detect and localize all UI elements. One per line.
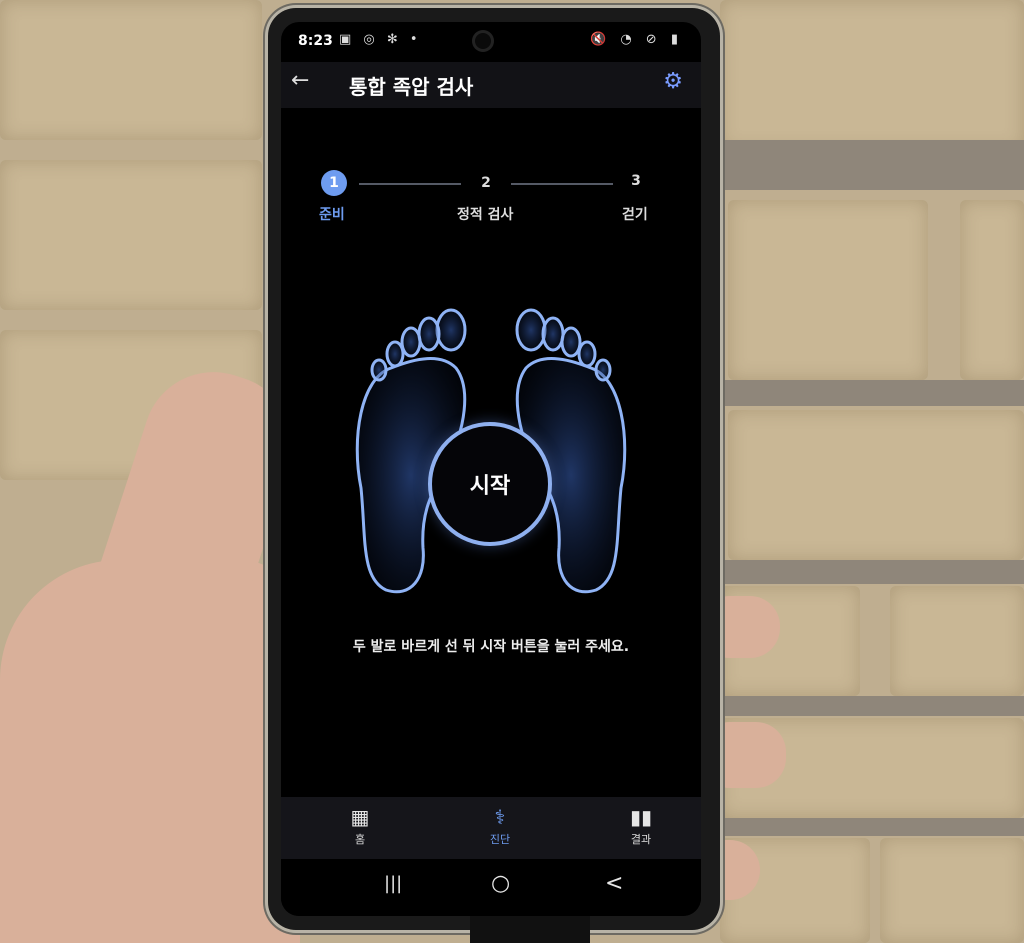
nav-label-results: 결과	[630, 833, 652, 846]
progress-stepper: 1 2 3 준비 정적 검사 걷기	[281, 162, 701, 232]
page-title: 통합 족압 검사	[349, 75, 474, 99]
phone-screen: 8:23 ▣ ◎ ✻ • 🔇 ◔ ⊘ ▮ ← 통합 족압 검사 ⚙ 1 2 3 …	[281, 22, 701, 916]
arrow-left-icon[interactable]: ←	[291, 68, 309, 93]
bar-chart-icon: ▮▮	[629, 805, 652, 829]
system-status-icons: 🔇 ◔ ⊘ ▮	[590, 32, 683, 47]
brick	[880, 838, 1024, 943]
step-2-label: 정적 검사	[457, 207, 514, 223]
stethoscope-icon: ⚕	[494, 805, 506, 829]
brick	[0, 160, 262, 310]
status-time: 8:23	[298, 33, 333, 49]
start-button[interactable]: 시작	[428, 422, 552, 546]
nav-item-diagnosis[interactable]: ⚕ 진단	[465, 805, 535, 847]
brick	[720, 0, 1024, 150]
step-3-number: 3	[631, 173, 641, 189]
app-bar: ← 통합 족압 검사 ⚙	[281, 62, 701, 108]
nav-label-diagnosis: 진단	[489, 833, 511, 846]
instruction-text: 두 발로 바르게 선 뒤 시작 버튼을 눌러 주세요.	[352, 639, 630, 655]
notification-icons: ▣ ◎ ✻ •	[339, 32, 422, 47]
step-connector	[511, 183, 613, 185]
brick	[0, 0, 262, 140]
mortar-line	[700, 696, 1024, 716]
step-connector	[359, 183, 461, 185]
step-3-label: 걷기	[622, 207, 648, 223]
brick	[728, 410, 1024, 560]
recents-button[interactable]: |||	[384, 873, 402, 894]
system-navigation-bar: ||| ○ <	[281, 859, 701, 916]
mortar-line	[700, 380, 1024, 406]
mortar-line	[700, 818, 1024, 836]
brick	[960, 200, 1024, 380]
gear-icon[interactable]: ⚙	[663, 69, 683, 94]
grid-icon: ▦	[350, 805, 370, 829]
front-camera	[472, 30, 494, 52]
step-2-number: 2	[481, 175, 491, 191]
mortar-line	[700, 140, 1024, 190]
step-1-label: 준비	[319, 207, 345, 223]
status-bar: 8:23 ▣ ◎ ✻ • 🔇 ◔ ⊘ ▮	[281, 22, 701, 62]
mortar-line	[700, 560, 1024, 584]
usb-cable	[470, 916, 590, 943]
brick	[890, 586, 1024, 696]
brick	[728, 200, 928, 380]
home-button[interactable]: ○	[491, 871, 510, 896]
bottom-navigation: ▦ 홈 ⚕ 진단 ▮▮ 결과	[281, 797, 701, 859]
nav-item-home[interactable]: ▦ 홈	[325, 805, 395, 847]
step-1-number: 1	[321, 170, 347, 196]
back-button[interactable]: <	[605, 871, 623, 896]
nav-label-home: 홈	[354, 833, 366, 846]
nav-item-results[interactable]: ▮▮ 결과	[606, 805, 676, 847]
